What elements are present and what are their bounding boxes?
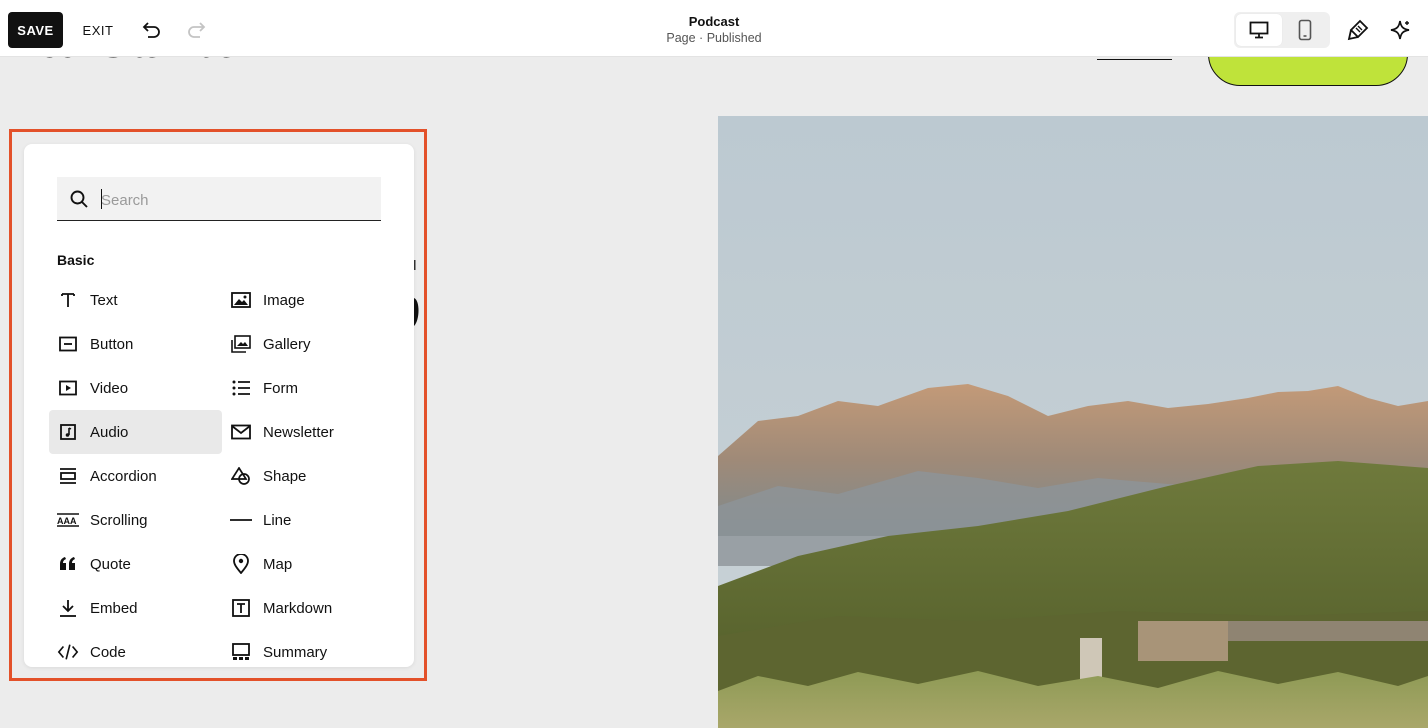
markdown-icon — [230, 597, 252, 619]
search-input[interactable] — [99, 187, 373, 213]
scrolling-icon: AAA — [57, 509, 79, 531]
block-label: Code — [90, 643, 126, 661]
form-icon — [230, 377, 252, 399]
block-label: Video — [90, 379, 129, 397]
redo-icon[interactable] — [182, 16, 210, 44]
gallery-icon — [230, 333, 252, 355]
section-label-basic: Basic — [57, 252, 95, 268]
block-search-field — [57, 177, 381, 221]
block-image[interactable]: Image — [222, 278, 395, 322]
block-map[interactable]: Map — [222, 542, 395, 586]
block-gallery[interactable]: Gallery — [222, 322, 395, 366]
ai-sparkle-icon[interactable] — [1386, 16, 1414, 44]
video-icon — [57, 377, 79, 399]
block-label: Embed — [90, 599, 138, 617]
block-text[interactable]: Text — [49, 278, 222, 322]
text-icon — [57, 289, 79, 311]
line-icon — [230, 509, 252, 531]
mobile-view-icon[interactable] — [1282, 14, 1328, 46]
block-newsletter[interactable]: Newsletter — [222, 410, 395, 454]
undo-icon[interactable] — [138, 16, 166, 44]
block-label: Quote — [90, 555, 131, 573]
image-icon — [230, 289, 252, 311]
desktop-view-icon[interactable] — [1236, 14, 1282, 46]
save-button[interactable]: SAVE — [8, 12, 63, 48]
text-caret — [101, 189, 102, 209]
block-label: Image — [263, 291, 305, 309]
block-shape[interactable]: Shape — [222, 454, 395, 498]
block-label: Button — [90, 335, 134, 353]
shape-icon — [230, 465, 252, 487]
block-label: Summary — [263, 643, 328, 661]
block-label: Newsletter — [263, 423, 334, 441]
block-code[interactable]: Code — [49, 630, 222, 667]
editor-toolbar: SAVE EXIT Podcast Page · Published — [0, 0, 1428, 57]
block-label: Line — [263, 511, 292, 529]
block-label: Accordion — [90, 467, 157, 485]
block-label: Form — [263, 379, 298, 397]
block-scrolling[interactable]: AAA Scrolling — [49, 498, 222, 542]
code-icon — [57, 641, 79, 663]
device-view-toggle — [1234, 12, 1330, 48]
block-button[interactable]: Button — [49, 322, 222, 366]
block-form[interactable]: Form — [222, 366, 395, 410]
site-nav-link-underline — [1097, 59, 1172, 60]
page-title: Podcast — [688, 14, 740, 29]
summary-icon — [230, 641, 252, 663]
block-label: Audio — [90, 423, 129, 441]
block-summary[interactable]: Summary — [222, 630, 395, 667]
svg-text:AAA: AAA — [57, 516, 77, 526]
newsletter-icon — [230, 421, 252, 443]
block-label: Markdown — [263, 599, 333, 617]
block-label: Gallery — [263, 335, 311, 353]
block-label: Map — [263, 555, 293, 573]
accordion-icon — [57, 465, 79, 487]
quote-icon — [57, 553, 79, 575]
block-line[interactable]: Line — [222, 498, 395, 542]
site-styles-brush-icon[interactable] — [1344, 16, 1372, 44]
block-accordion[interactable]: Accordion — [49, 454, 222, 498]
page-status: Page · Published — [666, 31, 762, 45]
button-icon — [57, 333, 79, 355]
exit-button[interactable]: EXIT — [76, 12, 120, 48]
block-label: Scrolling — [90, 511, 148, 529]
block-markdown[interactable]: Markdown — [222, 586, 395, 630]
block-video[interactable]: Video — [49, 366, 222, 410]
block-embed[interactable]: Embed — [49, 586, 222, 630]
search-icon — [69, 189, 89, 214]
hero-landscape-image[interactable] — [718, 116, 1428, 728]
page-title-block: Podcast Page · Published — [614, 14, 814, 46]
map-pin-icon — [230, 553, 252, 575]
embed-icon — [57, 597, 79, 619]
add-block-panel: Basic Text Button Video Audio Accordion … — [24, 144, 414, 667]
audio-icon — [57, 421, 79, 443]
block-quote[interactable]: Quote — [49, 542, 222, 586]
block-label: Text — [90, 291, 118, 309]
block-label: Shape — [263, 467, 307, 485]
block-audio[interactable]: Audio — [49, 410, 222, 454]
